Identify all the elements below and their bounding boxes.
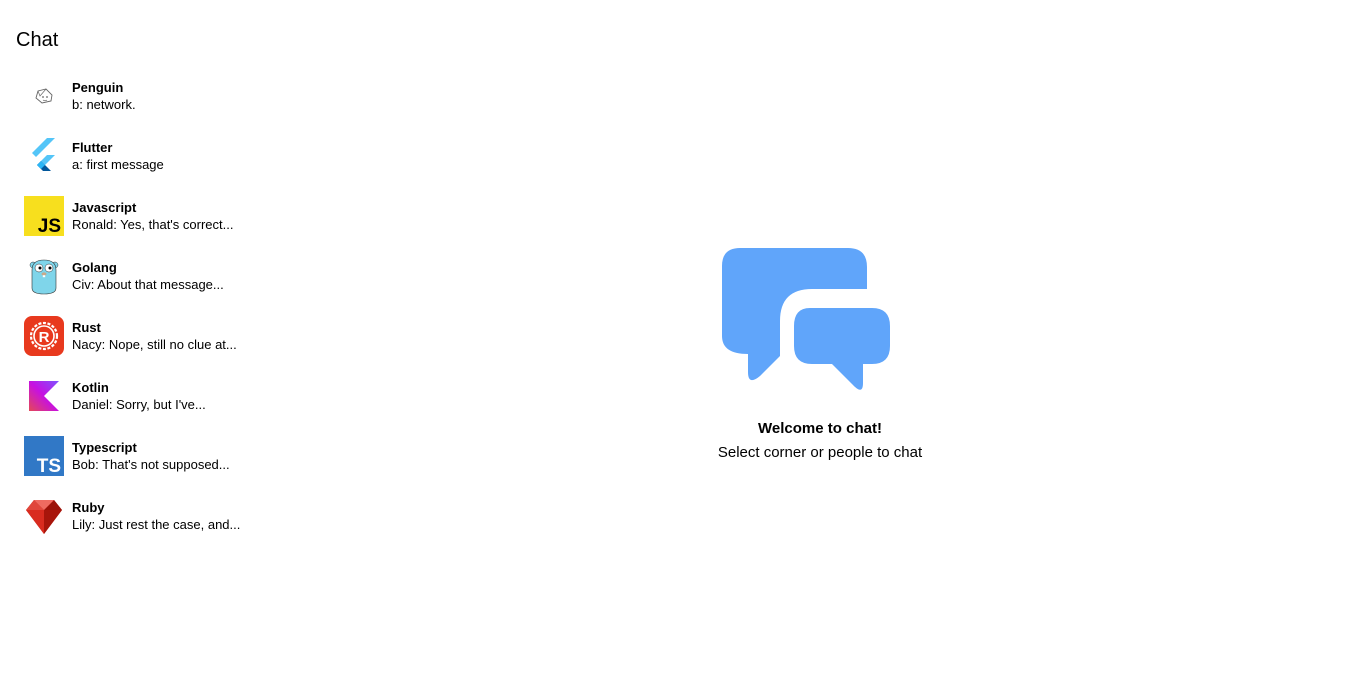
chat-bubbles-icon (722, 248, 892, 394)
chat-item-name: Flutter (72, 140, 113, 155)
golang-icon (24, 256, 64, 296)
chat-item-javascript[interactable]: JS Javascript Ronald: Yes, that's correc… (0, 186, 272, 246)
chat-item-preview: Nacy: Nope, still no clue at... (72, 337, 237, 352)
sidebar: Chat Penguin b: network. Flutter a: firs… (0, 0, 272, 681)
chat-list: Penguin b: network. Flutter a: first mes… (0, 66, 272, 546)
chat-item-typescript[interactable]: TS Typescript Bob: That's not supposed..… (0, 426, 272, 486)
welcome-subtitle: Select corner or people to chat (717, 444, 923, 461)
chat-item-flutter[interactable]: Flutter a: first message (0, 126, 272, 186)
chat-item-name: Ruby (72, 500, 105, 515)
chat-app: Chat Penguin b: network. Flutter a: firs… (0, 0, 1366, 681)
chat-item-preview: Bob: That's not supposed... (72, 457, 230, 472)
chat-item-preview: Ronald: Yes, that's correct... (72, 217, 234, 232)
chat-item-ruby[interactable]: Ruby Lily: Just rest the case, and... (0, 486, 272, 546)
chat-item-name: Javascript (72, 200, 137, 215)
javascript-icon: JS (24, 196, 64, 236)
chat-item-kotlin[interactable]: Kotlin Daniel: Sorry, but I've... (0, 366, 272, 426)
chat-item-preview: Civ: About that message... (72, 277, 224, 292)
typescript-icon: TS (24, 436, 64, 476)
ruby-icon (24, 496, 64, 536)
kotlin-icon (24, 376, 64, 416)
svg-text:JS: JS (38, 216, 61, 236)
svg-text:TS: TS (37, 456, 61, 476)
chat-item-golang[interactable]: Golang Civ: About that message... (0, 246, 272, 306)
chat-item-preview: a: first message (72, 157, 164, 172)
chat-item-name: Rust (72, 320, 101, 335)
flutter-icon (24, 136, 64, 176)
svg-text:R: R (39, 329, 50, 346)
chat-item-penguin[interactable]: Penguin b: network. (0, 66, 272, 126)
chat-item-name: Typescript (72, 440, 137, 455)
sidebar-title: Chat (16, 29, 59, 51)
penguin-icon (24, 76, 64, 116)
chat-item-rust[interactable]: R Rust Nacy: Nope, still no clue at... (0, 306, 272, 366)
chat-item-preview: Daniel: Sorry, but I've... (72, 397, 206, 412)
chat-item-name: Penguin (72, 80, 124, 95)
chat-item-preview: b: network. (72, 97, 136, 112)
chat-item-name: Kotlin (72, 380, 109, 395)
rust-icon: R (24, 316, 64, 356)
welcome-title: Welcome to chat! (758, 420, 882, 437)
chat-item-name: Golang (72, 260, 117, 275)
chat-item-preview: Lily: Just rest the case, and... (72, 517, 241, 532)
